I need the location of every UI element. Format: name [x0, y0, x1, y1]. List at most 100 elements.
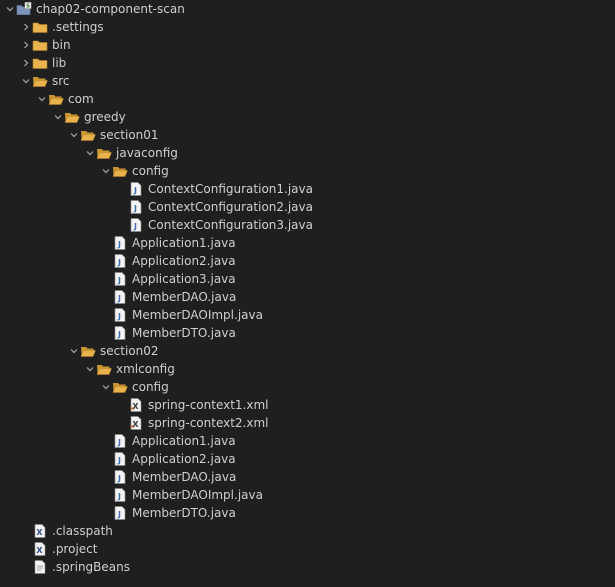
- expand-arrow-icon[interactable]: [52, 108, 64, 126]
- tree-item-label: Application2.java: [132, 254, 236, 268]
- arrow-spacer: [100, 432, 112, 450]
- svg-text:X: X: [36, 546, 43, 555]
- tree-item-label: ContextConfiguration2.java: [148, 200, 313, 214]
- svg-text:J: J: [117, 456, 121, 465]
- tree-item-label: src: [52, 74, 70, 88]
- tree-item-label: .project: [52, 542, 98, 556]
- xml-file-icon: X: [32, 522, 48, 540]
- expand-arrow-icon[interactable]: [36, 90, 48, 108]
- tree-item-label: config: [132, 164, 169, 178]
- tree-item[interactable]: com: [0, 90, 615, 108]
- tree-item[interactable]: X .project: [0, 540, 615, 558]
- java-file-icon: J: [112, 324, 128, 342]
- tree-item[interactable]: J ContextConfiguration1.java: [0, 180, 615, 198]
- tree-item[interactable]: Xspring-context2.xml: [0, 414, 615, 432]
- xml-file-icon: X: [128, 396, 144, 414]
- folder-open-icon: [112, 378, 128, 396]
- tree-item[interactable]: J Application1.java: [0, 432, 615, 450]
- svg-text:X: X: [36, 528, 43, 537]
- arrow-spacer: [116, 396, 128, 414]
- tree-item-label: Application1.java: [132, 236, 236, 250]
- tree-item[interactable]: javaconfig: [0, 144, 615, 162]
- folder-open-icon: [112, 162, 128, 180]
- expand-arrow-icon[interactable]: [68, 126, 80, 144]
- arrow-spacer: [100, 450, 112, 468]
- folder-open-icon: [80, 126, 96, 144]
- tree-item-label: Application1.java: [132, 434, 236, 448]
- folder-open-icon: [64, 108, 80, 126]
- expand-arrow-icon[interactable]: [20, 72, 32, 90]
- svg-text:J: J: [133, 186, 137, 195]
- tree-item[interactable]: J Application2.java: [0, 450, 615, 468]
- tree-item[interactable]: J Application2.java: [0, 252, 615, 270]
- folder-icon: [32, 54, 48, 72]
- tree-item[interactable]: xmlconfig: [0, 360, 615, 378]
- tree-item-label: spring-context2.xml: [148, 416, 269, 430]
- svg-text:J: J: [117, 294, 121, 303]
- tree-item[interactable]: config: [0, 378, 615, 396]
- folder-icon: [32, 36, 48, 54]
- tree-item[interactable]: J MemberDAOImpl.java: [0, 306, 615, 324]
- tree-item[interactable]: X .classpath: [0, 522, 615, 540]
- java-file-icon: J: [128, 198, 144, 216]
- tree-item-label: section01: [100, 128, 159, 142]
- tree-item[interactable]: section02: [0, 342, 615, 360]
- expand-arrow-icon[interactable]: [68, 342, 80, 360]
- arrow-spacer: [100, 252, 112, 270]
- tree-item[interactable]: src: [0, 72, 615, 90]
- folder-open-icon: [96, 144, 112, 162]
- java-file-icon: J: [112, 252, 128, 270]
- svg-text:J: J: [117, 258, 121, 267]
- tree-item[interactable]: J MemberDTO.java: [0, 324, 615, 342]
- svg-text:J: J: [117, 510, 121, 519]
- arrow-spacer: [100, 234, 112, 252]
- tree-item-label: Application2.java: [132, 452, 236, 466]
- java-file-icon: J: [112, 288, 128, 306]
- collapse-arrow-icon[interactable]: [20, 54, 32, 72]
- tree-item[interactable]: config: [0, 162, 615, 180]
- tree-item[interactable]: J MemberDAOImpl.java: [0, 486, 615, 504]
- tree-item[interactable]: J Application1.java: [0, 234, 615, 252]
- tree-item-label: spring-context1.xml: [148, 398, 269, 412]
- tree-item-label: javaconfig: [116, 146, 178, 160]
- arrow-spacer: [100, 468, 112, 486]
- tree-item[interactable]: .settings: [0, 18, 615, 36]
- tree-item-label: chap02-component-scan: [36, 2, 185, 16]
- expand-arrow-icon[interactable]: [100, 162, 112, 180]
- tree-item-label: .springBeans: [52, 560, 130, 574]
- expand-arrow-icon[interactable]: [84, 360, 96, 378]
- arrow-spacer: [116, 180, 128, 198]
- tree-item[interactable]: lib: [0, 54, 615, 72]
- arrow-spacer: [100, 306, 112, 324]
- java-file-icon: J: [128, 216, 144, 234]
- tree-item[interactable]: J MemberDAO.java: [0, 288, 615, 306]
- tree-item[interactable]: Schap02-component-scan: [0, 0, 615, 18]
- tree-item[interactable]: J Application3.java: [0, 270, 615, 288]
- tree-item[interactable]: bin: [0, 36, 615, 54]
- tree-item[interactable]: .springBeans: [0, 558, 615, 576]
- tree-item[interactable]: J ContextConfiguration2.java: [0, 198, 615, 216]
- svg-text:S: S: [26, 4, 30, 10]
- folder-open-icon: [32, 72, 48, 90]
- tree-item-label: MemberDAOImpl.java: [132, 308, 263, 322]
- tree-item-label: greedy: [84, 110, 126, 124]
- java-file-icon: J: [112, 486, 128, 504]
- folder-open-icon: [96, 360, 112, 378]
- project-icon: S: [16, 0, 32, 18]
- tree-item[interactable]: J MemberDTO.java: [0, 504, 615, 522]
- tree-item[interactable]: section01: [0, 126, 615, 144]
- tree-item-label: com: [68, 92, 94, 106]
- tree-item[interactable]: J MemberDAO.java: [0, 468, 615, 486]
- arrow-spacer: [116, 414, 128, 432]
- collapse-arrow-icon[interactable]: [20, 18, 32, 36]
- expand-arrow-icon[interactable]: [4, 0, 16, 18]
- tree-item[interactable]: Xspring-context1.xml: [0, 396, 615, 414]
- tree-item-label: MemberDAO.java: [132, 290, 237, 304]
- expand-arrow-icon[interactable]: [84, 144, 96, 162]
- tree-item[interactable]: J ContextConfiguration3.java: [0, 216, 615, 234]
- java-file-icon: J: [112, 468, 128, 486]
- collapse-arrow-icon[interactable]: [20, 36, 32, 54]
- expand-arrow-icon[interactable]: [100, 378, 112, 396]
- java-file-icon: J: [112, 432, 128, 450]
- tree-item[interactable]: greedy: [0, 108, 615, 126]
